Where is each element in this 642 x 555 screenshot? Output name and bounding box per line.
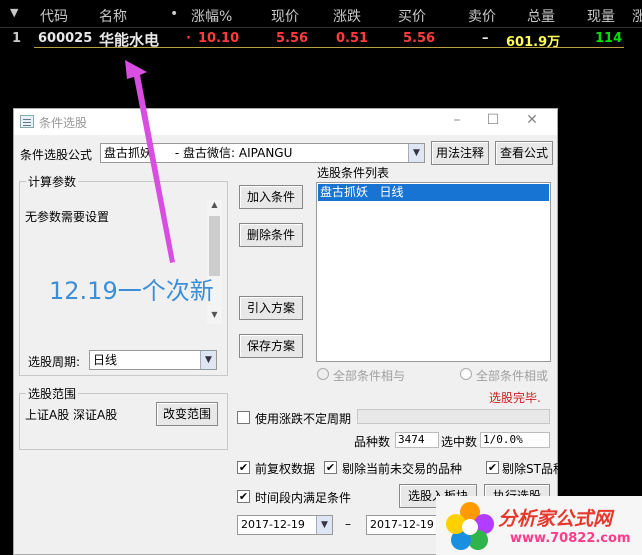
watermark-text: 分析家公式网 [498, 508, 613, 530]
annotation-arrow-icon [125, 60, 175, 263]
watermark-url: www.70822.com [510, 531, 631, 546]
flower-logo-icon [446, 502, 494, 550]
watermark: 分析家公式网 www.70822.com [436, 496, 642, 555]
